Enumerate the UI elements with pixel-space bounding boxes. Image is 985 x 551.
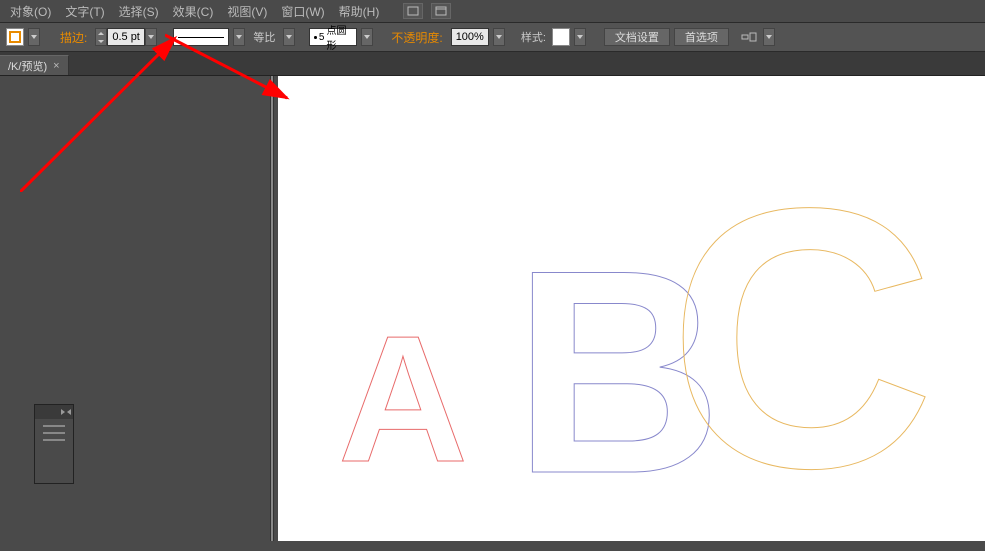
document-tab-label: /K/预览): [8, 58, 47, 74]
opacity-input[interactable]: 100%: [451, 28, 489, 46]
style-dropdown[interactable]: [574, 28, 586, 46]
close-tab-icon[interactable]: ×: [53, 60, 59, 72]
stroke-weight-spinner[interactable]: 0.5 pt: [95, 28, 157, 46]
outlined-letter-c[interactable]: C: [668, 126, 935, 551]
style-swatch[interactable]: [552, 28, 570, 46]
outlined-letter-a[interactable]: A: [338, 296, 468, 503]
artboard-canvas[interactable]: A B C: [278, 76, 985, 541]
brush-size-value: 5: [319, 32, 325, 43]
panel-expand-icon[interactable]: [61, 409, 65, 415]
brush-preview[interactable]: 5 点圆形: [309, 28, 357, 46]
opacity-label: 不透明度:: [387, 29, 446, 46]
menubar-icon-1[interactable]: [403, 3, 423, 19]
panel-row-icon[interactable]: [43, 439, 65, 441]
stroke-profile-preview[interactable]: [173, 28, 229, 46]
panel-dock-header[interactable]: [35, 405, 73, 419]
stroke-label: 描边:: [56, 29, 91, 46]
brush-dropdown[interactable]: [361, 28, 373, 46]
menu-select[interactable]: 选择(S): [113, 1, 165, 22]
panel-dock-body: [35, 419, 73, 447]
menu-view[interactable]: 视图(V): [221, 1, 273, 22]
menubar: 对象(O) 文字(T) 选择(S) 效果(C) 视图(V) 窗口(W) 帮助(H…: [0, 0, 985, 22]
control-toolbar: 描边: 0.5 pt 等比 5 点圆形 不透明度: 100% 样式: 文档设置 …: [0, 22, 985, 52]
workspace: A B C: [0, 76, 985, 541]
fill-swatch-dropdown[interactable]: [28, 28, 40, 46]
panel-row-icon[interactable]: [43, 425, 65, 427]
vertical-ruler: [270, 76, 274, 541]
stroke-weight-spin-buttons[interactable]: [95, 28, 107, 46]
menubar-icon-2[interactable]: [431, 3, 451, 19]
opacity-dropdown[interactable]: [493, 28, 505, 46]
stroke-profile-dropdown[interactable]: [233, 28, 245, 46]
menu-effect[interactable]: 效果(C): [167, 1, 220, 22]
preferences-button[interactable]: 首选项: [674, 28, 729, 46]
proportion-label: 等比: [249, 29, 279, 45]
menu-window[interactable]: 窗口(W): [275, 1, 330, 22]
document-tab[interactable]: /K/预览) ×: [0, 55, 69, 75]
style-label: 样式:: [519, 29, 548, 45]
panel-collapse-icon[interactable]: [67, 409, 71, 415]
document-setup-button[interactable]: 文档设置: [604, 28, 670, 46]
menu-object[interactable]: 对象(O): [4, 1, 57, 22]
menu-type[interactable]: 文字(T): [59, 1, 110, 22]
align-panel-dropdown[interactable]: [763, 28, 775, 46]
brush-shape-label: 点圆形: [326, 22, 352, 52]
panel-row-icon[interactable]: [43, 432, 65, 434]
stroke-weight-dropdown[interactable]: [145, 28, 157, 46]
proportion-dropdown[interactable]: [283, 28, 295, 46]
align-panel-icon[interactable]: [739, 29, 759, 45]
stroke-weight-input[interactable]: 0.5 pt: [107, 28, 145, 46]
menu-help[interactable]: 帮助(H): [333, 1, 386, 22]
fill-swatch[interactable]: [6, 28, 24, 46]
document-tab-strip: /K/预览) ×: [0, 52, 985, 76]
collapsed-panel-dock[interactable]: [34, 404, 74, 484]
